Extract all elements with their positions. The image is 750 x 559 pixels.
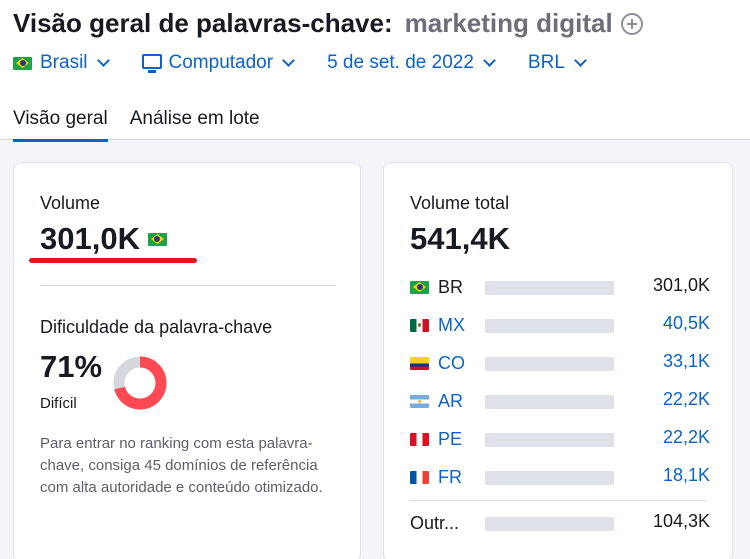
currency-filter-label: BRL [527,52,565,73]
country-row[interactable]: PE 22,2K [410,427,710,451]
total-volume-value: 541,4K [410,221,510,256]
country-row[interactable]: AR 22,2K [410,389,710,413]
difficulty-text: Difícil [40,395,77,412]
country-filter[interactable]: Brasil [13,52,110,74]
volume-bar [485,319,614,333]
country-volume: 301,0K [652,275,710,295]
volume-label: Volume [40,193,101,213]
country-code[interactable]: AR [438,391,484,412]
total-volume-label: Volume total [410,193,510,213]
volume-bar [485,395,614,409]
difficulty-donut [113,356,167,410]
volume-bar [485,281,614,295]
difficulty-row: 71% [40,349,102,385]
divider [410,500,706,501]
keyword-title: marketing digital [404,8,613,38]
chevron-down-icon [96,54,110,67]
country-volume[interactable]: 22,2K [663,427,710,448]
tab-overview[interactable]: Visão geral [13,108,108,142]
add-circle-icon[interactable] [620,12,643,35]
volume-card: Volume 301,0K Dificuldade da palavra-cha… [13,162,361,559]
country-code: BR [438,276,464,297]
country-row[interactable]: MX 40,5K [410,313,710,337]
br-flag-icon [410,280,429,294]
page-title: Visão geral de palavras-chave: [13,8,393,38]
chevron-down-icon [483,54,496,67]
co-flag-icon [410,356,429,370]
fr-flag-icon [410,470,429,484]
difficulty-value: 71% [40,349,103,384]
page-header: Visão geral de palavras-chave: marketing… [0,0,750,142]
country-row[interactable]: FR 18,1K [410,465,710,489]
country-code[interactable]: PE [438,429,484,450]
country-code[interactable]: CO [438,353,484,374]
country-code[interactable]: FR [438,467,484,488]
chevron-down-icon [574,54,587,67]
title-row: Visão geral de palavras-chave: marketing… [13,8,643,39]
other-countries-volume: 104,3K [652,511,710,531]
country-volume[interactable]: 40,5K [663,313,710,334]
tab-bulk-analysis[interactable]: Análise em lote [130,108,260,142]
country-volume[interactable]: 33,1K [663,351,710,372]
difficulty-description: Para entrar no ranking com esta palavra-… [40,435,323,496]
br-flag-icon [13,56,32,70]
country-row[interactable]: CO 33,1K [410,351,710,375]
divider [40,285,336,286]
volume-value-row: 301,0K [40,221,167,257]
other-countries-row[interactable]: Outr... 104,3K [410,511,710,535]
volume-bar [485,357,614,371]
country-filter-label: Brasil [40,52,88,73]
filters-bar: Brasil Computador 5 de set. de 2022 BRL [13,52,619,74]
br-flag-icon [147,232,167,246]
volume-bar [485,517,614,531]
difficulty-label: Dificuldade da palavra-chave [40,317,273,337]
total-volume-card: Volume total 541,4K BR 301,0K MX 40,5K C… [383,162,733,559]
highlight-underline [29,258,197,263]
currency-filter[interactable]: BRL [527,52,587,74]
country-code[interactable]: MX [438,315,484,336]
device-filter[interactable]: Computador [141,52,295,74]
chevron-down-icon [282,54,295,67]
ar-flag-icon [410,394,429,408]
country-row[interactable]: BR 301,0K [410,275,710,299]
volume-bar [485,471,614,485]
monitor-icon [141,53,162,73]
volume-value: 301,0K [40,221,140,256]
date-filter-label: 5 de set. de 2022 [327,52,474,73]
mx-flag-icon [410,318,429,332]
volume-bar [485,433,614,447]
tabs: Visão geral Análise em lote [13,108,282,142]
country-volume[interactable]: 18,1K [663,465,710,486]
other-countries-label: Outr... [410,512,460,533]
device-filter-label: Computador [168,52,274,73]
date-filter[interactable]: 5 de set. de 2022 [327,52,496,74]
country-volume[interactable]: 22,2K [663,389,710,410]
pe-flag-icon [410,432,429,446]
